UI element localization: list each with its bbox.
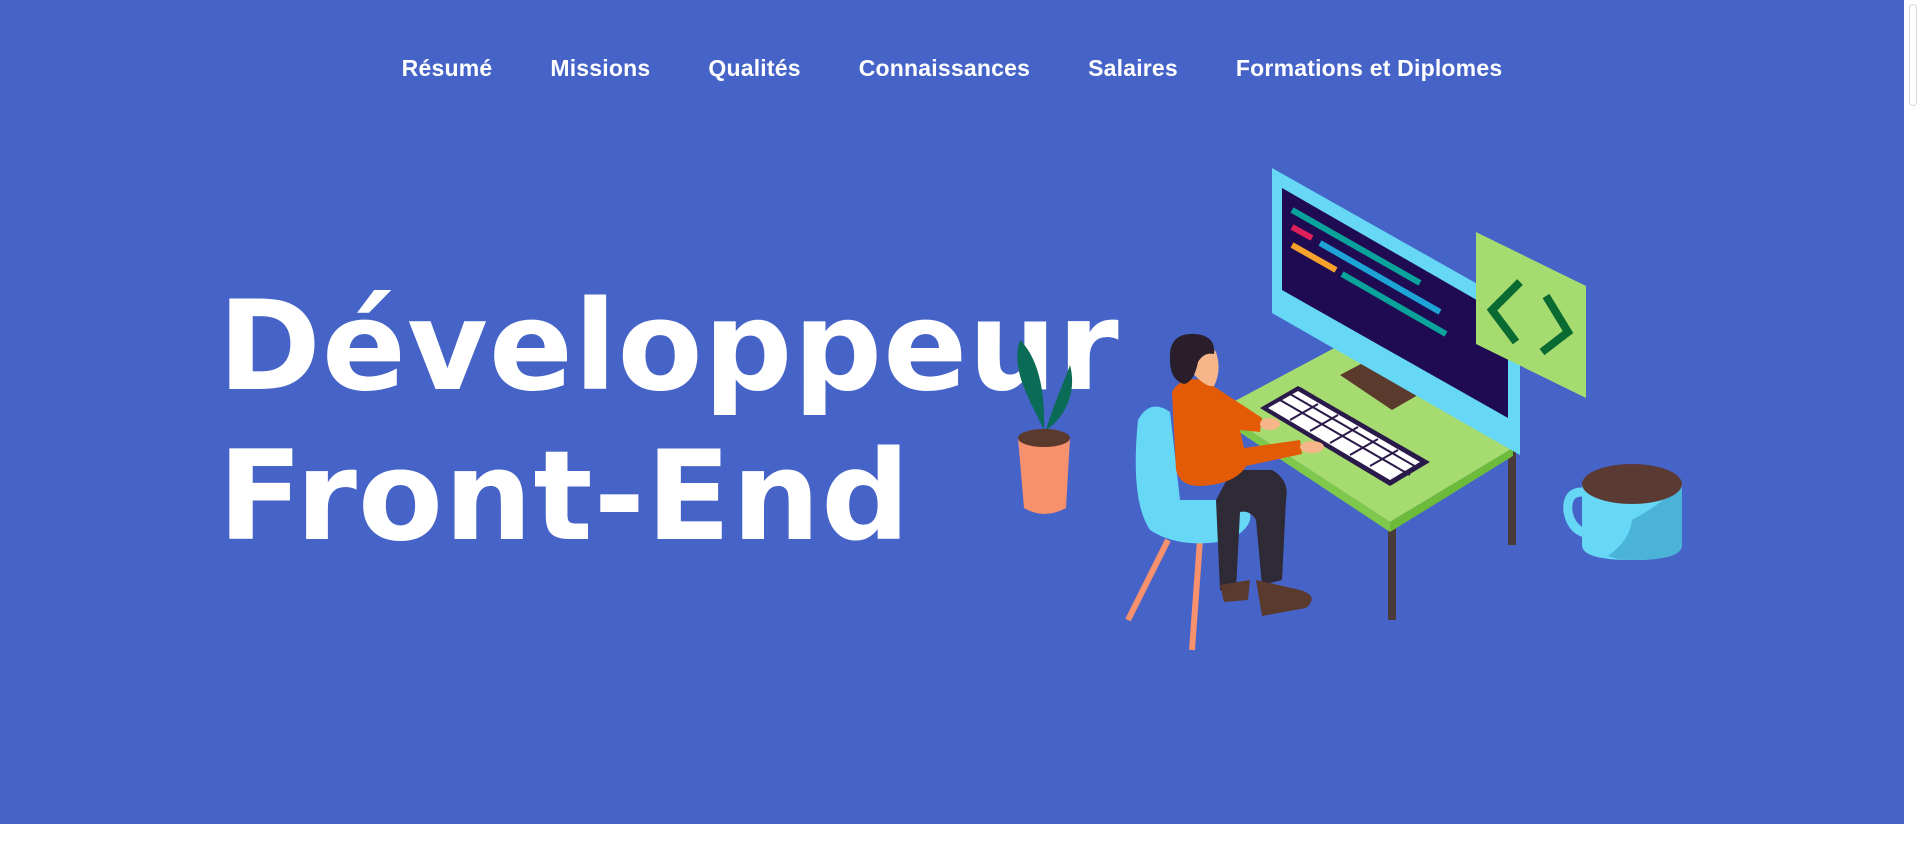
plant-icon xyxy=(1017,340,1073,514)
nav-link-missions[interactable]: Missions xyxy=(550,50,650,86)
hero-section: Résumé Missions Qualités Connaissances S… xyxy=(0,0,1904,824)
coffee-mug-icon xyxy=(1563,464,1682,560)
scrollbar-track[interactable] xyxy=(1904,0,1920,867)
developer-illustration xyxy=(1017,168,1682,651)
title-line-2: Front-End xyxy=(218,425,911,569)
nav-link-qualites[interactable]: Qualités xyxy=(708,50,800,86)
nav-link-formations[interactable]: Formations et Diplomes xyxy=(1236,50,1502,86)
desk-leg xyxy=(1508,450,1516,545)
top-nav: Résumé Missions Qualités Connaissances S… xyxy=(0,50,1904,86)
nav-link-salaires[interactable]: Salaires xyxy=(1088,50,1178,86)
nav-link-connaissances[interactable]: Connaissances xyxy=(859,50,1030,86)
desk-leg xyxy=(1388,525,1396,620)
scrollbar-thumb[interactable] xyxy=(1909,4,1917,106)
nav-link-resume[interactable]: Résumé xyxy=(402,50,493,86)
page-title: Développeur Front-End xyxy=(218,272,1120,572)
title-line-1: Développeur xyxy=(218,275,1120,419)
